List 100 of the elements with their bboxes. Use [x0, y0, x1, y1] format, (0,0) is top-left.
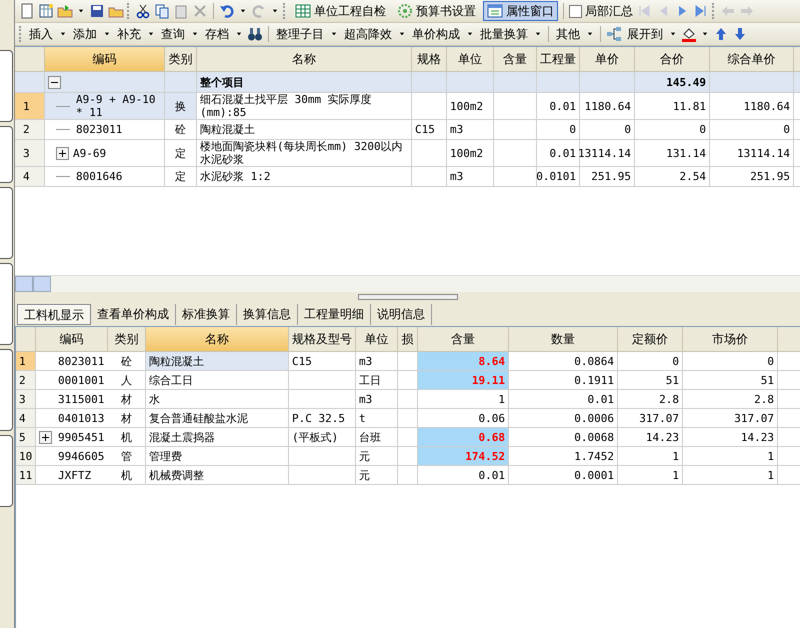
tab[interactable]: 工程量明细 [298, 304, 371, 324]
column-header[interactable]: 损 [398, 327, 418, 352]
table-cell [412, 93, 447, 120]
side-tab[interactable] [0, 50, 13, 122]
tab[interactable]: 标准换算 [176, 304, 237, 324]
column-header[interactable]: 综合单价 [710, 47, 794, 72]
table-cell: 机 [108, 428, 146, 447]
table-cell: 1 [683, 447, 778, 466]
table-cell: 317.07 [618, 409, 683, 428]
column-header[interactable]: 工程量 [537, 47, 580, 72]
expand-toggle-icon[interactable] [39, 430, 52, 444]
column-header[interactable]: 含量 [494, 47, 537, 72]
column-header[interactable]: 名称 [197, 47, 412, 72]
menu-button[interactable]: 批量换算 [478, 24, 530, 44]
row-number[interactable]: 11 [16, 466, 36, 485]
menu-button[interactable]: 添加 [71, 24, 99, 44]
menu-button[interactable]: 查询 [159, 24, 187, 44]
table-cell: 定 [165, 140, 197, 167]
paint-bucket-icon[interactable] [681, 26, 697, 42]
table-cell: 陶粒混凝土 [146, 352, 289, 371]
collapse-toggle-icon[interactable] [48, 76, 61, 88]
table-cell: 100m2 [447, 140, 494, 167]
row-number[interactable]: 4 [16, 409, 36, 428]
column-header[interactable]: 合价 [635, 47, 710, 72]
table-cell: 1 [618, 466, 683, 485]
column-header[interactable]: 数量 [509, 327, 618, 352]
row-number[interactable]: 3 [15, 140, 45, 167]
column-header[interactable]: 编码 [45, 47, 165, 72]
toolbar-button[interactable]: 单位工程自检 [291, 1, 390, 21]
paste-icon[interactable] [173, 3, 189, 19]
toolbar-button[interactable]: 预算书设置 [393, 1, 480, 21]
side-tab[interactable] [0, 349, 13, 431]
row-number[interactable]: 5 [16, 428, 36, 447]
table-cell: 3115001 [58, 392, 104, 406]
table-cell [494, 93, 537, 120]
column-header[interactable]: 市场价 [683, 327, 778, 352]
menu-button[interactable]: 展开到 [625, 24, 665, 44]
up-arrow-icon[interactable] [713, 26, 729, 42]
new-table-icon[interactable] [38, 3, 54, 19]
column-header[interactable]: 名称 [146, 327, 289, 352]
side-tab[interactable] [0, 126, 13, 183]
menu-button[interactable]: 整理子目 [274, 24, 326, 44]
table-cell: 19.11 [418, 371, 509, 390]
copy-icon[interactable] [154, 3, 170, 19]
splitter-handle[interactable] [358, 294, 458, 300]
tab[interactable]: 查看单价构成 [91, 304, 176, 324]
table-cell [398, 390, 418, 409]
table-cell: 台班 [356, 428, 398, 447]
expand-toggle-icon[interactable] [56, 146, 69, 160]
horizontal-scrollbar[interactable] [15, 275, 800, 292]
toolbar-button[interactable]: 属性窗口 [483, 1, 558, 21]
column-header[interactable]: 类别 [108, 327, 146, 352]
column-header[interactable]: 单位 [447, 47, 494, 72]
column-header[interactable]: 规格及型号 [289, 327, 356, 352]
spreadsheet-icon [295, 3, 311, 19]
new-document-icon[interactable] [19, 3, 35, 19]
tree-icon[interactable] [606, 26, 622, 42]
row-number[interactable]: 2 [15, 120, 45, 140]
table-cell: 管理费 [146, 447, 289, 466]
column-header[interactable]: 单价 [580, 47, 635, 72]
menu-button[interactable]: 补充 [115, 24, 143, 44]
side-tab[interactable] [0, 263, 13, 345]
table-cell: 51 [683, 371, 778, 390]
table-cell: 0 [618, 352, 683, 371]
tab[interactable]: 换算信息 [237, 304, 298, 324]
menu-button[interactable]: 超高降效 [342, 24, 394, 44]
row-number[interactable]: 2 [16, 371, 36, 390]
table-cell: 0401013 [58, 412, 104, 424]
cut-icon[interactable] [135, 3, 151, 19]
column-header[interactable]: 定额价 [618, 327, 683, 352]
table-cell [412, 72, 447, 93]
row-number[interactable]: 3 [16, 390, 36, 409]
down-arrow-icon[interactable] [732, 26, 748, 42]
row-number[interactable]: 1 [16, 352, 36, 371]
column-header[interactable]: 单位 [356, 327, 398, 352]
side-tab[interactable] [0, 187, 13, 259]
binoculars-icon[interactable] [247, 26, 263, 42]
column-header[interactable]: 类别 [165, 47, 197, 72]
tab[interactable]: 工料机显示 [17, 304, 91, 324]
row-number[interactable]: 4 [15, 167, 45, 187]
menu-button[interactable]: 其他 [554, 24, 582, 44]
save-icon[interactable] [89, 3, 105, 19]
table-cell: 51 [618, 371, 683, 390]
column-header[interactable]: 含量 [418, 327, 509, 352]
table-cell: 1 [418, 390, 509, 409]
tab[interactable]: 说明信息 [371, 304, 432, 324]
table-cell: 14.23 [683, 428, 778, 447]
side-tab[interactable] [0, 435, 13, 507]
undo-icon[interactable] [219, 3, 235, 19]
row-number[interactable]: 1 [15, 93, 45, 120]
menu-button[interactable]: 存档 [203, 24, 231, 44]
checkbox[interactable] [569, 4, 582, 18]
menu-button[interactable]: 单价构成 [410, 24, 462, 44]
table-cell: 2.54 [635, 167, 710, 187]
menu-button[interactable]: 插入 [27, 24, 55, 44]
column-header[interactable]: 规格 [412, 47, 447, 72]
column-header[interactable]: 编码 [36, 327, 108, 352]
row-number[interactable]: 10 [16, 447, 36, 466]
table-cell: 砼 [165, 120, 197, 140]
table-cell [398, 447, 418, 466]
